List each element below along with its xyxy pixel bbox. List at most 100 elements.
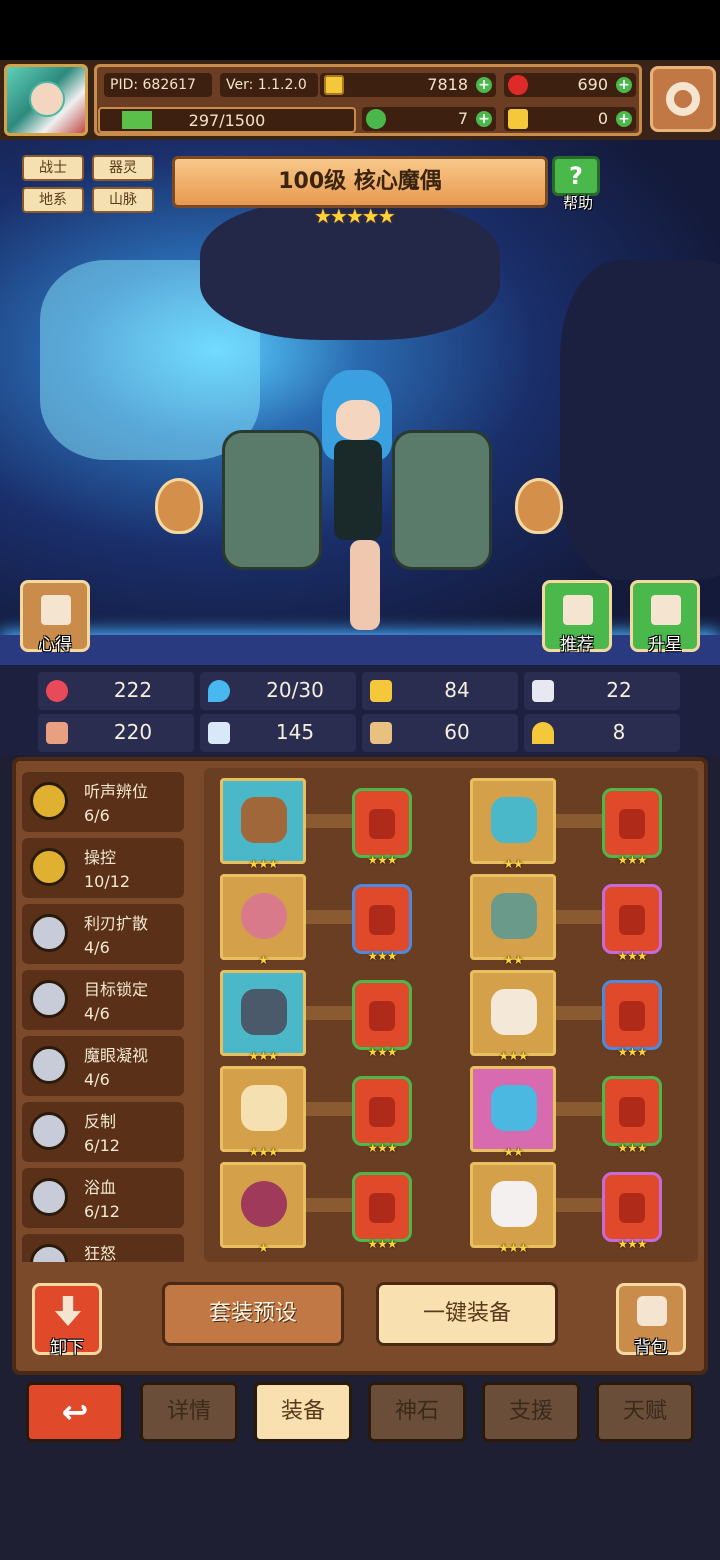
rune-icon <box>369 1193 395 1223</box>
stat-hp: 222 <box>38 672 194 710</box>
settings-button[interactable] <box>650 66 716 132</box>
bag-button[interactable]: 背包 <box>616 1283 686 1358</box>
previous-hero-button[interactable] <box>155 478 203 534</box>
tag-type[interactable]: 器灵 <box>92 155 154 181</box>
rune-slot[interactable]: ★★★ <box>602 788 662 867</box>
notes-button[interactable]: 心得 <box>20 580 90 655</box>
stamina-value: 297/1500 <box>188 111 266 130</box>
rune-stars: ★★★ <box>617 1237 647 1251</box>
tab-details[interactable]: 详情 <box>140 1382 238 1442</box>
rune-stars: ★★★ <box>367 1045 397 1059</box>
add-clover-button[interactable]: + <box>476 111 492 127</box>
equip-slot-bowl[interactable]: ★★ <box>470 1066 556 1159</box>
star-icon <box>651 595 681 625</box>
hero-star-rating: ★★★★★ <box>314 204 396 228</box>
question-icon: ? <box>552 156 600 196</box>
ring-icon <box>241 1181 287 1227</box>
skill-item[interactable]: 魔眼凝视 4/6 <box>22 1036 184 1096</box>
equip-slot-weapon[interactable]: ★★★ <box>220 778 306 871</box>
skill-count: 6/12 <box>84 1202 120 1221</box>
equip-slot-shield[interactable]: ★ <box>220 874 306 967</box>
item-stars: ★★ <box>503 1145 524 1159</box>
rune-stars: ★★★ <box>367 1237 397 1251</box>
stamina-bar: 297/1500 <box>98 107 356 133</box>
equip-slot-helmet[interactable]: ★★★ <box>220 970 306 1063</box>
unload-button[interactable]: 卸下 <box>32 1283 102 1358</box>
equip-slot-goggles[interactable]: ★★ <box>470 778 556 871</box>
tab-talent[interactable]: 天赋 <box>596 1382 694 1442</box>
skill-silver-icon <box>30 1178 68 1216</box>
tab-godstone[interactable]: 神石 <box>368 1382 466 1442</box>
help-button[interactable]: ? 帮助 <box>552 156 604 212</box>
armor-icon <box>491 893 537 939</box>
rune-slot[interactable]: ★★★ <box>352 980 412 1059</box>
skill-name: 操控 <box>84 848 117 867</box>
hero-body <box>334 440 382 540</box>
next-hero-button[interactable] <box>515 478 563 534</box>
wing-icon <box>532 680 554 702</box>
skill-silver-icon <box>30 914 68 952</box>
item-stars: ★ <box>258 1241 269 1255</box>
equip-slot-ring[interactable]: ★ <box>220 1162 306 1255</box>
key-icon <box>508 109 528 129</box>
add-key-button[interactable]: + <box>616 111 632 127</box>
equip-slot-bracer[interactable]: ★★★ <box>470 970 556 1063</box>
rune-slot[interactable]: ★★★ <box>352 1172 412 1251</box>
tag-class[interactable]: 战士 <box>22 155 84 181</box>
rune-slot[interactable]: ★★★ <box>352 884 412 963</box>
hero-face <box>336 400 380 440</box>
item-stars: ★★ <box>503 953 524 967</box>
skill-list[interactable]: 听声辨位 6/6 操控 10/12 利刃扩散 4/6 目标锁定 4/6 魔眼凝视… <box>22 768 194 1262</box>
stat-value: 22 <box>606 678 632 702</box>
auto-equip-button[interactable]: 一键装备 <box>376 1282 558 1346</box>
rune-slot[interactable]: ★★★ <box>602 1076 662 1155</box>
rune-slot[interactable]: ★★★ <box>352 788 412 867</box>
skill-count: 4/6 <box>84 938 110 957</box>
goggles-icon <box>491 797 537 843</box>
hero-character[interactable] <box>222 370 492 640</box>
rune-slot[interactable]: ★★★ <box>602 884 662 963</box>
skill-count: 4/6 <box>84 1004 110 1023</box>
skill-item[interactable]: 操控 10/12 <box>22 838 184 898</box>
book-icon <box>208 722 230 744</box>
equip-slot-wings[interactable]: ★★★ <box>220 1066 306 1159</box>
item-stars: ★ <box>258 953 269 967</box>
skill-item[interactable]: 目标锁定 4/6 <box>22 970 184 1030</box>
help-label: 帮助 <box>562 194 593 212</box>
stat-card: 60 <box>362 714 518 752</box>
clover-icon <box>366 109 386 129</box>
tag-element[interactable]: 地系 <box>22 187 84 213</box>
player-avatar[interactable] <box>4 64 88 136</box>
rune-stars: ★★★ <box>367 949 397 963</box>
set-preset-button[interactable]: 套装预设 <box>162 1282 344 1346</box>
rune-icon <box>619 809 645 839</box>
skill-name: 利刃扩散 <box>84 914 149 933</box>
add-gem-button[interactable]: + <box>616 77 632 93</box>
skill-item[interactable]: 狂怒 <box>22 1234 184 1262</box>
tab-equipment[interactable]: 装备 <box>254 1382 352 1442</box>
item-stars: ★★★ <box>248 1049 278 1063</box>
skill-item[interactable]: 听声辨位 6/6 <box>22 772 184 832</box>
recommend-button[interactable]: 推荐 <box>542 580 612 655</box>
star-up-button[interactable]: 升星 <box>630 580 700 655</box>
gem-counter: 690 + <box>504 73 636 97</box>
equip-slot-boots[interactable]: ★★★ <box>470 1162 556 1255</box>
rune-slot[interactable]: ★★★ <box>602 1172 662 1251</box>
rune-stars: ★★★ <box>367 853 397 867</box>
stat-mana: 20/30 <box>200 672 356 710</box>
rune-slot[interactable]: ★★★ <box>602 980 662 1059</box>
rune-slot[interactable]: ★★★ <box>352 1076 412 1155</box>
skill-gold-icon <box>30 782 68 820</box>
add-gold-button[interactable]: + <box>476 77 492 93</box>
rune-icon <box>369 809 395 839</box>
rune-icon <box>619 1193 645 1223</box>
tag-terrain[interactable]: 山脉 <box>92 187 154 213</box>
back-button[interactable]: ↩ <box>26 1382 124 1442</box>
tab-support[interactable]: 支援 <box>482 1382 580 1442</box>
helmet-icon <box>241 989 287 1035</box>
equip-slot-armor[interactable]: ★★ <box>470 874 556 967</box>
skill-item[interactable]: 浴血 6/12 <box>22 1168 184 1228</box>
boots-icon <box>491 1181 537 1227</box>
skill-item[interactable]: 反制 6/12 <box>22 1102 184 1162</box>
skill-item[interactable]: 利刃扩散 4/6 <box>22 904 184 964</box>
